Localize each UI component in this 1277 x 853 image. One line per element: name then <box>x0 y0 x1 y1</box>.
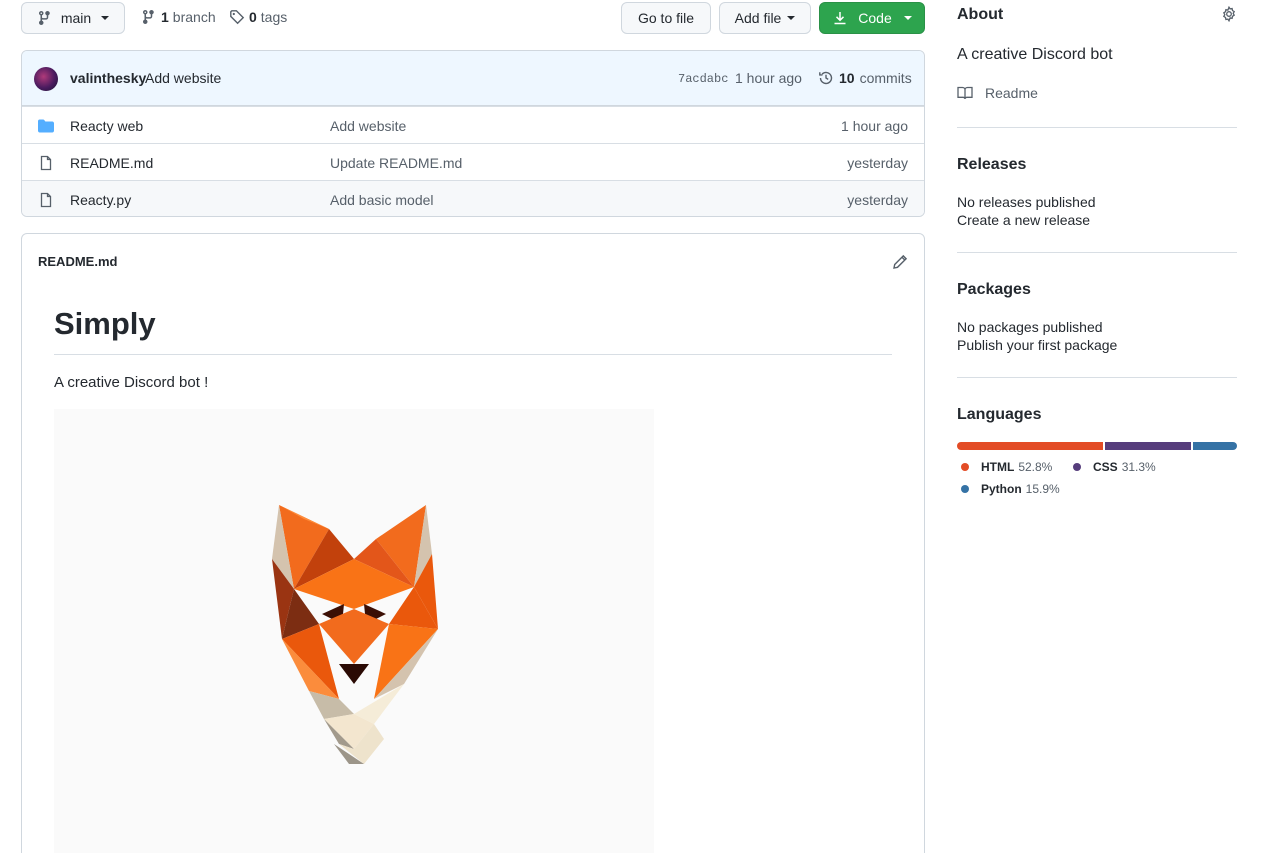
divider <box>957 377 1237 378</box>
packages-status: No packages published <box>957 319 1103 335</box>
language-html[interactable]: HTML 52.8% <box>961 460 1052 474</box>
publish-package-link[interactable]: Publish your first package <box>957 337 1237 353</box>
releases-section: Releases <box>957 156 1237 174</box>
language-bar-segment <box>957 442 1103 450</box>
language-dot <box>961 485 969 493</box>
languages-title: Languages <box>957 406 1042 423</box>
file-commit-message[interactable]: Update README.md <box>330 155 462 171</box>
readme-file-title[interactable]: README.md <box>38 254 117 269</box>
branch-count: 1 <box>161 9 169 25</box>
pencil-icon[interactable] <box>892 254 908 270</box>
file-name[interactable]: README.md <box>70 155 153 171</box>
file-row[interactable]: Reacty.py Add basic model yesterday <box>22 180 924 216</box>
download-icon <box>834 12 846 25</box>
add-file-button[interactable]: Add file <box>719 2 811 34</box>
divider <box>957 127 1237 128</box>
folder-icon <box>38 119 54 133</box>
tag-label: tags <box>260 9 288 25</box>
branch-select-button[interactable]: main <box>21 2 125 34</box>
readme-link-label: Readme <box>985 85 1038 101</box>
file-commit-time: yesterday <box>847 155 908 171</box>
tag-icon <box>230 10 245 25</box>
code-button[interactable]: Code <box>819 2 925 34</box>
languages-section: Languages <box>957 406 1237 424</box>
file-name[interactable]: Reacty web <box>70 118 143 134</box>
go-to-file-button[interactable]: Go to file <box>621 2 711 34</box>
commit-count: 10 <box>839 70 855 86</box>
about-description: A creative Discord bot <box>957 46 1113 63</box>
language-dot <box>961 463 969 471</box>
language-percent: 52.8% <box>1018 460 1053 474</box>
about-section: About <box>957 6 1237 24</box>
language-bar-segment <box>1193 442 1237 450</box>
git-branch-icon <box>38 11 50 25</box>
packages-section: Packages <box>957 281 1237 299</box>
language-percent: 15.9% <box>1025 482 1060 496</box>
language-bar <box>957 442 1237 450</box>
commit-sha[interactable]: 7acdabc <box>678 72 728 86</box>
tags-link[interactable]: 0 tags <box>229 9 287 25</box>
language-name: Python <box>981 482 1022 496</box>
chevron-down-icon <box>903 16 912 20</box>
branch-label: branch <box>172 9 216 25</box>
file-icon <box>40 155 52 171</box>
avatar[interactable] <box>34 67 58 91</box>
readme-panel: README.md Simply A creative Discord bot … <box>21 233 925 853</box>
language-bar-segment <box>1104 442 1192 450</box>
file-row[interactable]: README.md Update README.md yesterday <box>22 143 924 180</box>
gear-icon[interactable] <box>1221 6 1237 22</box>
create-release-link[interactable]: Create a new release <box>957 212 1237 228</box>
commits-link[interactable]: 10 commits <box>818 70 912 86</box>
readme-image <box>54 409 654 853</box>
branch-name: main <box>60 10 92 26</box>
file-row[interactable]: Reacty web Add website 1 hour ago <box>22 106 924 143</box>
latest-commit-bar: valinthesky Add website 7acdabc 1 hour a… <box>22 51 924 106</box>
file-commit-message[interactable]: Add website <box>330 118 406 134</box>
releases-title[interactable]: Releases <box>957 156 1237 174</box>
chevron-down-icon <box>101 16 110 20</box>
git-branch-icon <box>143 10 154 24</box>
file-commit-message[interactable]: Add basic model <box>330 192 434 208</box>
history-icon <box>819 71 833 85</box>
file-name[interactable]: Reacty.py <box>70 192 131 208</box>
file-icon <box>40 192 52 208</box>
file-browser: valinthesky Add website 7acdabc 1 hour a… <box>21 50 925 217</box>
language-percent: 31.3% <box>1121 460 1156 474</box>
commit-message[interactable]: Add website <box>145 70 221 86</box>
go-to-file-label: Go to file <box>637 10 695 26</box>
fox-logo-icon <box>272 505 438 764</box>
language-dot <box>1073 463 1081 471</box>
file-commit-time: yesterday <box>847 192 908 208</box>
language-python[interactable]: Python 15.9% <box>961 482 1060 496</box>
language-css[interactable]: CSS 31.3% <box>1073 460 1156 474</box>
about-title: About <box>957 6 1004 23</box>
file-commit-time: 1 hour ago <box>841 118 908 134</box>
readme-heading: Simply <box>54 306 892 355</box>
language-name: HTML <box>981 460 1015 474</box>
packages-title[interactable]: Packages <box>957 281 1237 299</box>
add-file-label: Add file <box>734 10 782 26</box>
tag-count: 0 <box>249 9 257 25</box>
book-icon <box>957 86 973 100</box>
readme-link[interactable]: Readme <box>957 85 1237 101</box>
commit-author[interactable]: valinthesky <box>70 70 146 86</box>
commit-count-label: commits <box>859 70 912 86</box>
language-name: CSS <box>1093 460 1118 474</box>
releases-status: No releases published <box>957 194 1096 210</box>
commit-time: 1 hour ago <box>735 70 802 86</box>
branches-link[interactable]: 1 branch <box>141 9 216 25</box>
code-label: Code <box>858 10 892 26</box>
readme-body: A creative Discord bot ! <box>54 374 209 391</box>
divider <box>957 252 1237 253</box>
chevron-down-icon <box>787 16 796 20</box>
